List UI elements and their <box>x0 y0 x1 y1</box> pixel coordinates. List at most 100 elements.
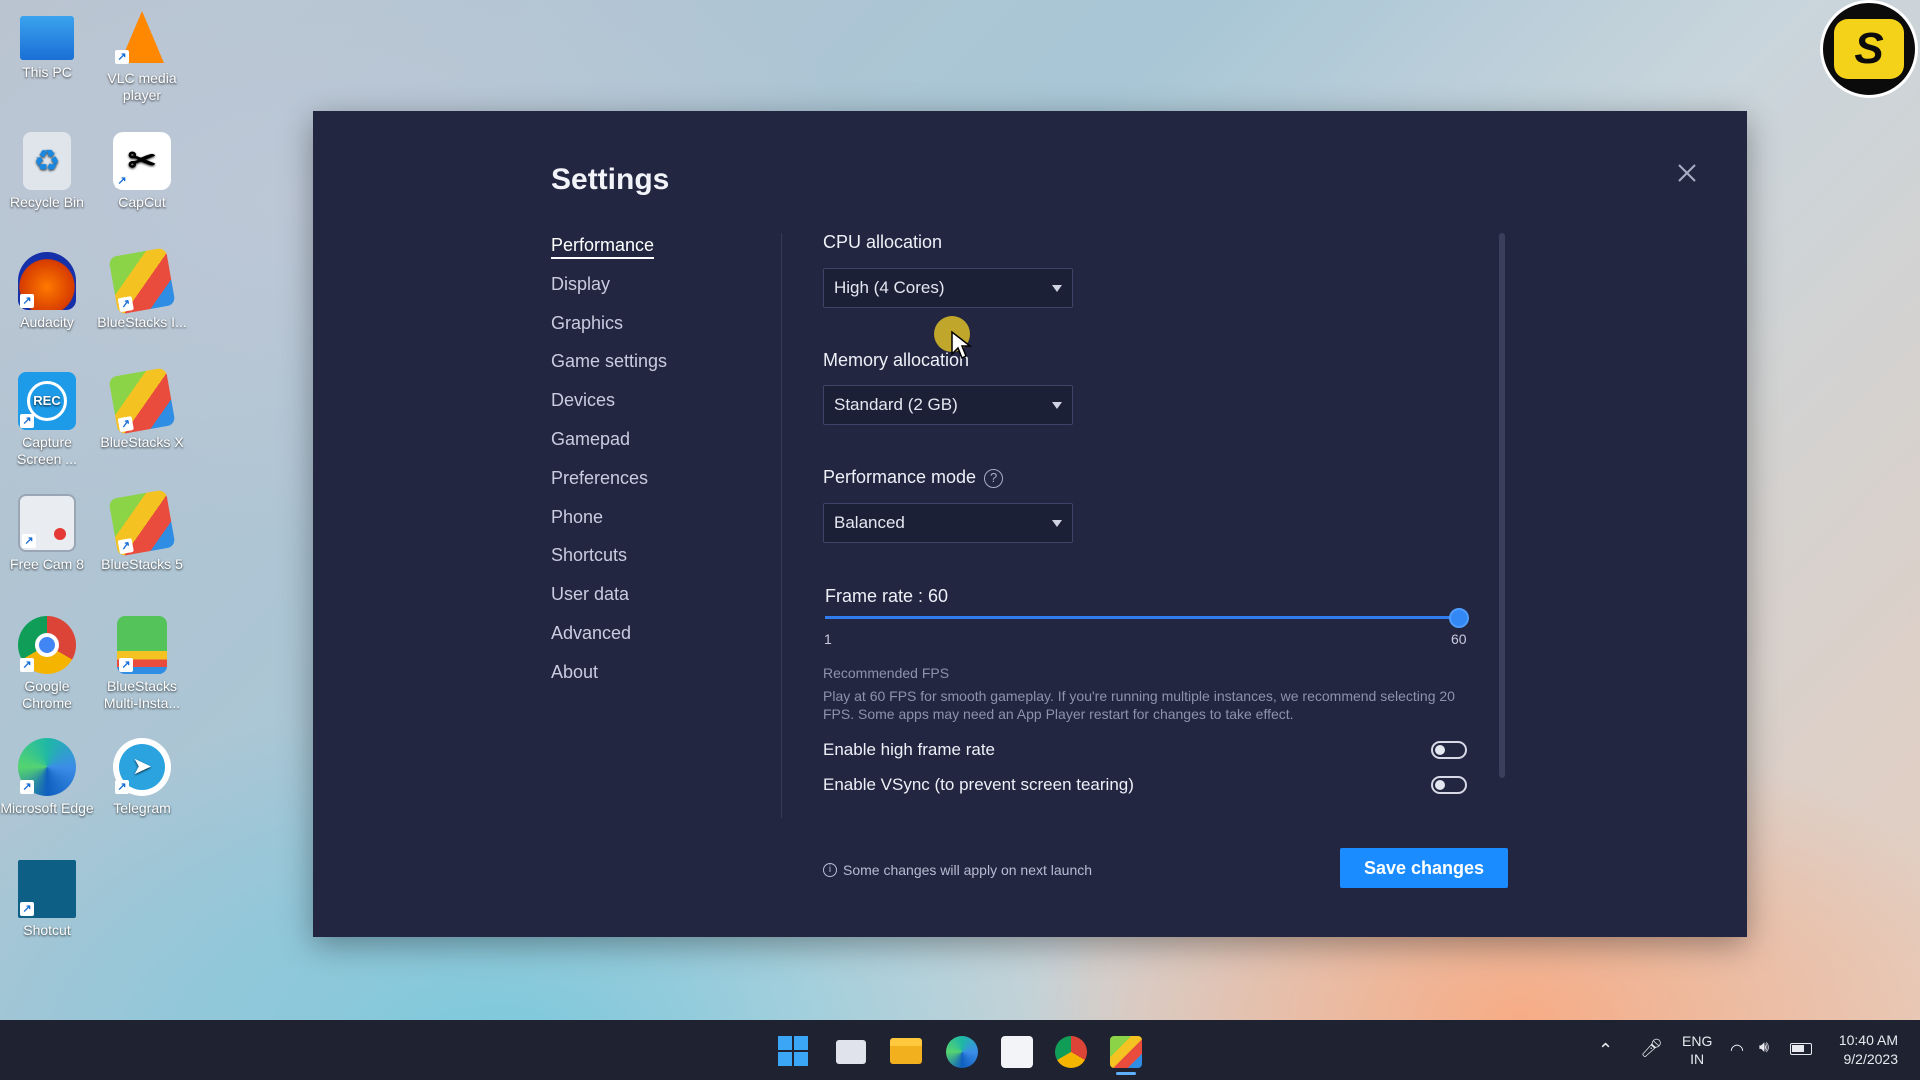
desktop-icon-microsoft-edge[interactable]: ↗ Microsoft Edge <box>0 738 95 817</box>
desktop-icon-label: Shotcut <box>0 922 95 939</box>
volume-icon[interactable]: 🔊︎ <box>1759 1039 1769 1057</box>
file-explorer-icon[interactable] <box>890 1038 922 1064</box>
nav-item-devices[interactable]: Devices <box>551 388 771 427</box>
nav-item-gamepad[interactable]: Gamepad <box>551 427 771 466</box>
help-icon[interactable]: ? <box>984 469 1003 488</box>
shortcut-arrow-icon: ↗ <box>20 414 34 428</box>
nav-item-phone[interactable]: Phone <box>551 505 771 544</box>
desktop-icon-vlc[interactable]: ↗ VLC media player <box>94 8 190 104</box>
desktop-icon-label: Telegram <box>94 800 190 817</box>
microsoft-store-icon[interactable] <box>1001 1036 1033 1068</box>
performance-mode-text: Performance mode <box>823 467 976 487</box>
frame-rate-max-label: 60 <box>1451 631 1467 647</box>
memory-allocation-dropdown[interactable]: Standard (2 GB) <box>823 385 1073 425</box>
desktop-icon-label: Audacity <box>0 314 95 331</box>
frame-rate-slider-thumb[interactable] <box>1449 608 1469 628</box>
desktop-icon-recycle-bin[interactable]: ♻ Recycle Bin <box>0 132 95 211</box>
nav-item-label: Display <box>551 274 610 294</box>
nav-item-shortcuts[interactable]: Shortcuts <box>551 543 771 582</box>
language-code: ENG <box>1682 1032 1712 1050</box>
desktop-icon-telegram[interactable]: ➤ ↗ Telegram <box>94 738 190 817</box>
frame-rate-slider-track[interactable] <box>825 616 1461 619</box>
scrollbar[interactable] <box>1499 233 1505 778</box>
nav-item-about[interactable]: About <box>551 660 771 699</box>
language-indicator[interactable]: ENG IN <box>1682 1032 1712 1068</box>
close-icon[interactable] <box>1673 159 1701 187</box>
logo-mark-icon: S <box>1834 19 1904 79</box>
shortcut-arrow-icon: ↗ <box>118 416 134 432</box>
high-frame-rate-toggle[interactable] <box>1431 741 1467 759</box>
mouse-cursor-icon <box>950 330 972 360</box>
capcut-icon: ✂ ↗ <box>113 132 171 190</box>
wifi-icon[interactable]: ◠ <box>1730 1040 1744 1060</box>
desktop-icon-free-cam[interactable]: ↗ Free Cam 8 <box>0 494 95 573</box>
desktop-icon-label: Free Cam 8 <box>0 556 95 573</box>
dropdown-value: Standard (2 GB) <box>834 395 958 415</box>
cpu-allocation-dropdown[interactable]: High (4 Cores) <box>823 268 1073 308</box>
screen-recorder-icon: REC ↗ <box>18 372 76 430</box>
audacity-icon: ↗ <box>18 252 76 310</box>
nav-item-label: Advanced <box>551 623 631 643</box>
edge-taskbar-icon[interactable] <box>946 1036 978 1068</box>
chevron-down-icon <box>1052 285 1062 292</box>
nav-item-display[interactable]: Display <box>551 272 771 311</box>
desktop-icon-audacity[interactable]: ↗ Audacity <box>0 252 95 331</box>
bluestacks-taskbar-icon[interactable] <box>1110 1036 1142 1068</box>
nav-item-label: Game settings <box>551 351 667 371</box>
task-view-icon[interactable] <box>836 1040 866 1064</box>
chrome-taskbar-icon[interactable] <box>1055 1036 1087 1068</box>
nav-item-game-settings[interactable]: Game settings <box>551 349 771 388</box>
desktop-icon-bluestacks-multi-instance[interactable]: ↗ BlueStacks Multi-Insta... <box>94 616 190 712</box>
nav-divider <box>781 233 782 818</box>
performance-mode-dropdown[interactable]: Balanced <box>823 503 1073 543</box>
battery-icon[interactable] <box>1790 1043 1812 1055</box>
shortcut-arrow-icon: ↗ <box>20 294 34 308</box>
vlc-cone-icon: ↗ <box>113 8 171 66</box>
desktop-icon-label: Capture Screen ... <box>0 434 95 468</box>
nav-item-label: Devices <box>551 390 615 410</box>
active-app-indicator <box>1116 1072 1136 1075</box>
nav-item-performance[interactable]: Performance <box>551 233 771 272</box>
desktop-icon-label: CapCut <box>94 194 190 211</box>
telegram-icon: ➤ ↗ <box>113 738 171 796</box>
recommended-fps-text: Play at 60 FPS for smooth gameplay. If y… <box>823 687 1463 723</box>
nav-item-advanced[interactable]: Advanced <box>551 621 771 660</box>
page-title: Settings <box>551 163 669 197</box>
free-cam-icon: ↗ <box>18 494 76 552</box>
info-icon: i <box>823 863 837 877</box>
nav-item-label: Phone <box>551 507 603 527</box>
microphone-icon[interactable]: 🎤︎ <box>1640 1038 1663 1059</box>
nav-item-label: Preferences <box>551 468 648 488</box>
show-hidden-icons-chevron-up-icon[interactable]: ⌃ <box>1598 1040 1613 1061</box>
desktop-icon-google-chrome[interactable]: ↗ Google Chrome <box>0 616 95 712</box>
nav-item-graphics[interactable]: Graphics <box>551 311 771 350</box>
nav-item-label: Performance <box>551 235 654 259</box>
channel-logo: S <box>1820 0 1918 98</box>
desktop-icon-bluestacks-i[interactable]: ↗ BlueStacks I... <box>94 252 190 331</box>
nav-item-user-data[interactable]: User data <box>551 582 771 621</box>
region-code: IN <box>1682 1050 1712 1068</box>
bluestacks-icon: ↗ <box>108 367 175 434</box>
dropdown-value: Balanced <box>834 513 905 533</box>
monitor-icon <box>20 16 74 60</box>
save-changes-button[interactable]: Save changes <box>1340 848 1508 888</box>
recommended-fps-title: Recommended FPS <box>823 665 949 681</box>
frame-rate-min-label: 1 <box>824 631 832 647</box>
clock[interactable]: 10:40 AM 9/2/2023 <box>1830 1031 1898 1069</box>
desktop-icon-bluestacks-5[interactable]: ↗ BlueStacks 5 <box>94 494 190 573</box>
start-windows-icon[interactable] <box>778 1036 808 1066</box>
desktop-icon-this-pc[interactable]: This PC <box>0 12 95 81</box>
desktop-icon-bluestacks-x[interactable]: ↗ BlueStacks X <box>94 372 190 451</box>
shortcut-arrow-icon: ↗ <box>115 50 129 64</box>
footer-note-text: Some changes will apply on next launch <box>843 862 1092 878</box>
cpu-allocation-label: CPU allocation <box>823 232 942 253</box>
vsync-toggle[interactable] <box>1431 776 1467 794</box>
desktop-icon-shotcut[interactable]: ↗ Shotcut <box>0 860 95 939</box>
desktop-icon-capture-screen[interactable]: REC ↗ Capture Screen ... <box>0 372 95 468</box>
nav-item-label: Shortcuts <box>551 545 627 565</box>
nav-item-preferences[interactable]: Preferences <box>551 466 771 505</box>
shortcut-arrow-icon: ↗ <box>115 174 129 188</box>
chevron-down-icon <box>1052 520 1062 527</box>
desktop-icon-capcut[interactable]: ✂ ↗ CapCut <box>94 132 190 211</box>
desktop-icon-label: BlueStacks I... <box>94 314 190 331</box>
